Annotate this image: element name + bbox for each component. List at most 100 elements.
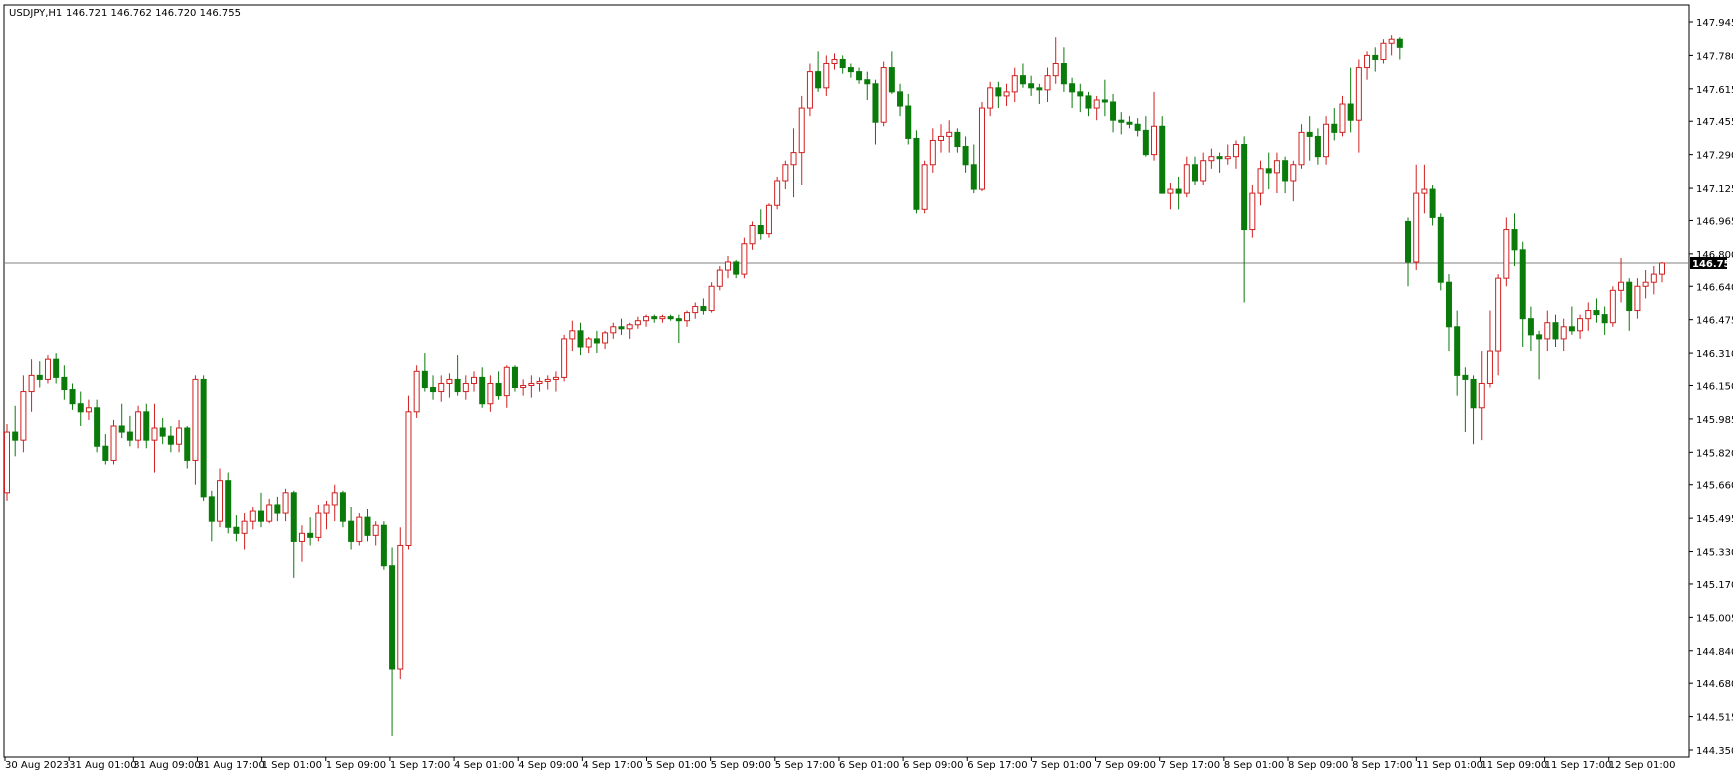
candle-bull [503, 366, 510, 397]
candle-bear [1101, 99, 1108, 103]
candle-bear [421, 370, 428, 389]
x-tick-label: 8 Sep 09:00 [1288, 760, 1348, 771]
candle-bear [159, 427, 166, 437]
candle-bear [1626, 281, 1633, 312]
time-axis[interactable]: 30 Aug 2023 31 Aug 01:0031 Aug 09:0031 Au… [4, 757, 1676, 771]
candle-bear [1134, 123, 1141, 131]
candle-bull [298, 532, 305, 542]
candlestick-chart[interactable]: USDJPY,H1 146.721 146.762 146.720 146.75… [0, 0, 1733, 777]
candle-bear [1331, 123, 1338, 133]
y-tick-label: 145.170 [1696, 580, 1733, 591]
candle-bull [356, 516, 363, 542]
candle-bull [85, 407, 92, 413]
candle-bull [602, 332, 609, 344]
candle-bull [921, 164, 928, 210]
price-axis[interactable]: 147.945 147.780 147.615 147.455 147.290 147.1… [1689, 18, 1733, 757]
candle-bull [135, 411, 142, 441]
candle-bear [339, 492, 346, 522]
candle-bull [1609, 289, 1616, 324]
candle-bear [1445, 281, 1452, 328]
y-tick-label: 145.330 [1696, 548, 1733, 559]
candle-bear [651, 316, 658, 320]
candle-bull [880, 67, 887, 123]
candle-bull [1560, 326, 1567, 340]
candle-bull [1388, 38, 1395, 44]
candle-bear [864, 79, 871, 85]
candle-bull [1232, 144, 1239, 158]
candle-bear [1462, 374, 1469, 380]
candle-bear [1077, 91, 1084, 97]
candle-bull [626, 324, 633, 330]
candle-bull [1200, 160, 1207, 182]
x-tick-label: 1 Sep 17:00 [390, 760, 450, 771]
candle-bull [929, 139, 936, 166]
candle-bull [331, 492, 338, 506]
candle-bear [733, 261, 740, 275]
candle-bear [53, 358, 60, 378]
current-price-tag: 146.755 [1690, 256, 1733, 270]
candle-bull [1503, 229, 1510, 279]
candle-bull [1486, 350, 1493, 384]
candle-bear [94, 407, 101, 447]
candle-bull [1495, 277, 1502, 352]
candle-bear [1470, 378, 1477, 409]
candle-bull [987, 87, 994, 109]
candle-bull [749, 225, 756, 245]
candle-bear [1511, 229, 1518, 251]
candle-bear [1069, 83, 1076, 93]
candle-bear [1241, 144, 1248, 231]
y-tick-label: 147.125 [1696, 184, 1733, 195]
candle-bull [282, 492, 289, 514]
candle-bull [413, 370, 420, 413]
candle-bear [700, 306, 707, 312]
candle-bull [1052, 63, 1059, 77]
x-tick-label: 7 Sep 17:00 [1160, 760, 1220, 771]
candle-bear [905, 105, 912, 139]
y-tick-label: 146.640 [1696, 282, 1733, 293]
x-tick-label: 4 Sep 09:00 [518, 760, 578, 771]
candle-bull [315, 512, 322, 538]
x-tick-label: 4 Sep 01:00 [454, 760, 514, 771]
candle-bear [1314, 135, 1321, 158]
candle-bull [1634, 285, 1641, 312]
candle-bull [528, 382, 535, 386]
chart-window[interactable]: USDJPY,H1 146.721 146.762 146.720 146.75… [0, 0, 1733, 777]
candle-bear [667, 316, 674, 320]
current-price-tag-label: 146.755 [1692, 259, 1733, 270]
candle-bear [348, 520, 355, 542]
candle-bull [217, 480, 224, 522]
candle-bear [1019, 75, 1026, 85]
candle-bear [12, 431, 19, 441]
candle-bull [708, 285, 715, 312]
candle-bull [1355, 67, 1362, 121]
candle-bear [856, 71, 863, 81]
candle-bear [61, 376, 68, 391]
candle-bull [176, 427, 183, 445]
candle-bull [724, 261, 731, 271]
candle-bear [1429, 188, 1436, 218]
candle-bear [233, 526, 240, 534]
candle-bear [872, 83, 879, 123]
y-tick-label: 144.515 [1696, 713, 1733, 724]
candle-bear [36, 374, 43, 380]
candle-bear [479, 376, 486, 405]
y-tick-label: 146.150 [1696, 381, 1733, 392]
candle-bear [1216, 156, 1223, 160]
candle-bear [815, 71, 822, 89]
candle-bull [471, 376, 478, 384]
candle-bear [577, 330, 584, 348]
candle-bear [77, 403, 84, 413]
x-tick-label: 1 Sep 09:00 [326, 760, 386, 771]
candle-bear [69, 389, 76, 405]
candle-bull [741, 243, 748, 275]
candle-bear [389, 565, 396, 670]
candle-bull [1544, 322, 1551, 340]
candle-bear [897, 91, 904, 107]
candle-bear [290, 492, 297, 542]
candle-bull [1650, 273, 1657, 283]
candle-bear [1036, 87, 1043, 91]
candle-bull [462, 382, 469, 393]
x-tick-label: 6 Sep 17:00 [967, 760, 1027, 771]
candle-bull [1478, 382, 1485, 409]
candle-bear [675, 318, 682, 322]
